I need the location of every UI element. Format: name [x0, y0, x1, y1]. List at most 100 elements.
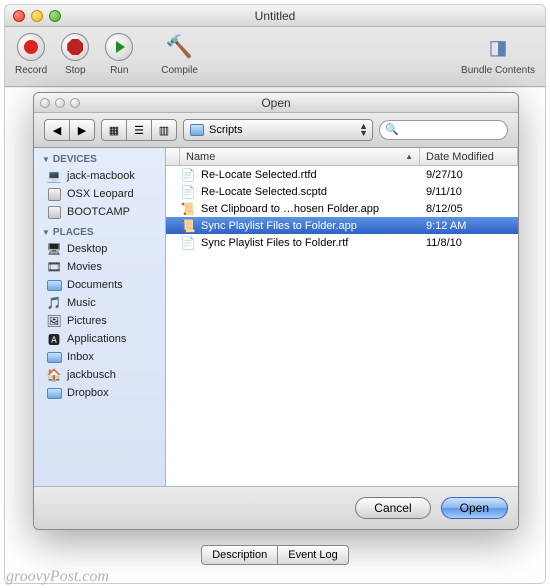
list-view-button[interactable]: ☰ [126, 119, 152, 141]
main-window-title: Untitled [5, 9, 545, 23]
back-button[interactable]: ◀ [44, 119, 70, 141]
run-label: Run [110, 65, 128, 76]
search-input[interactable]: 🔍 [379, 120, 508, 140]
sidebar-item-label: Dropbox [67, 387, 109, 399]
list-icon: ☰ [134, 124, 144, 137]
dialog-minimize-icon [55, 98, 65, 108]
forward-button[interactable]: ▶ [69, 119, 95, 141]
sidebar-item-inbox[interactable]: Inbox [34, 348, 165, 366]
disclosure-triangle-icon: ▼ [42, 228, 50, 237]
minimize-icon[interactable] [31, 10, 43, 22]
file-row[interactable]: 📜Set Clipboard to …hosen Folder.app8/12/… [166, 200, 518, 217]
open-dialog-title: Open [34, 96, 518, 110]
sidebar-item-label: Music [67, 297, 96, 309]
folder-icon [46, 278, 62, 292]
dialog-close-icon[interactable] [40, 98, 50, 108]
grid-icon: ▦ [109, 124, 119, 137]
file-row[interactable]: 📄Re-Locate Selected.scptd9/11/10 [166, 183, 518, 200]
chevron-right-icon: ▶ [78, 124, 86, 137]
sidebar: ▼DEVICES💻jack-macbook OSX Leopard BOOTCAMP… [34, 148, 166, 486]
main-titlebar[interactable]: Untitled [5, 5, 545, 27]
script-editor-window: Untitled Record Stop Run 🔨 Compile ◨ Bun… [4, 4, 546, 584]
column-name[interactable]: Name ▲ [180, 148, 420, 165]
compile-label: Compile [161, 65, 198, 76]
file-rows: 📄Re-Locate Selected.rtfd9/27/10📄Re-Locat… [166, 166, 518, 486]
chevron-left-icon: ◀ [53, 124, 61, 137]
bundle-contents-button[interactable]: ◨ Bundle Contents [461, 31, 535, 76]
file-name: Re-Locate Selected.rtfd [201, 169, 420, 181]
sidebar-item-label: Applications [67, 333, 126, 345]
cancel-button[interactable]: Cancel [355, 497, 430, 519]
file-date: 9/11/10 [420, 186, 518, 198]
play-icon [116, 41, 125, 53]
file-row[interactable]: 📄Sync Playlist Files to Folder.rtf11/8/1… [166, 234, 518, 251]
folder-icon [46, 386, 62, 400]
stop-label: Stop [65, 65, 86, 76]
sidebar-header[interactable]: ▼DEVICES [34, 148, 165, 167]
sidebar-item-documents[interactable]: Documents [34, 276, 165, 294]
run-button[interactable]: Run [103, 31, 135, 76]
compile-button[interactable]: 🔨 Compile [161, 31, 198, 76]
sidebar-item-jack-macbook[interactable]: 💻jack-macbook [34, 167, 165, 185]
file-icon: 📄 [180, 168, 196, 182]
tab-event-log[interactable]: Event Log [277, 545, 349, 565]
sidebar-item-dropbox[interactable]: Dropbox [34, 384, 165, 402]
sidebar-item-label: Inbox [67, 351, 94, 363]
file-icon: 📄 [180, 236, 196, 250]
column-date[interactable]: Date Modified [420, 148, 518, 165]
app-icon: 🖼 [46, 314, 62, 328]
sidebar-item-label: OSX Leopard [67, 188, 134, 200]
sidebar-item-applications[interactable]: 🅰Applications [34, 330, 165, 348]
record-icon [24, 40, 38, 54]
sidebar-item-label: Movies [67, 261, 102, 273]
file-icon: 📄 [180, 185, 196, 199]
stop-button[interactable]: Stop [59, 31, 91, 76]
columns-icon: ▥ [159, 124, 169, 137]
open-toolbar: ◀ ▶ ▦ ☰ ▥ Scripts ▲▼ 🔍 [34, 113, 518, 148]
folder-icon [46, 350, 62, 364]
sidebar-item-label: jack-macbook [67, 170, 135, 182]
stop-icon [67, 39, 83, 55]
close-icon[interactable] [13, 10, 25, 22]
main-toolbar: Record Stop Run 🔨 Compile ◨ Bundle Conte… [5, 27, 545, 87]
sidebar-item-music[interactable]: 🎵Music [34, 294, 165, 312]
file-row[interactable]: 📄Re-Locate Selected.rtfd9/27/10 [166, 166, 518, 183]
file-name: Set Clipboard to …hosen Folder.app [201, 203, 420, 215]
sidebar-item-jackbusch[interactable]: 🏠jackbusch [34, 366, 165, 384]
file-date: 9:12 AM [420, 220, 518, 232]
tab-description[interactable]: Description [201, 545, 278, 565]
dialog-footer: Cancel Open [34, 486, 518, 529]
search-icon: 🔍 [385, 123, 399, 136]
open-titlebar[interactable]: Open [34, 93, 518, 113]
open-button[interactable]: Open [441, 497, 508, 519]
dropdown-chevrons-icon: ▲▼ [359, 123, 368, 137]
sidebar-item-bootcamp[interactable]: BOOTCAMP [34, 203, 165, 221]
column-name-label: Name [186, 151, 215, 163]
column-headers: Name ▲ Date Modified [166, 148, 518, 166]
sidebar-item-desktop[interactable]: 🖥 Desktop [34, 240, 165, 258]
drive-icon [46, 187, 62, 201]
sidebar-header[interactable]: ▼PLACES [34, 221, 165, 240]
folder-icon [190, 124, 204, 136]
folder-dropdown[interactable]: Scripts ▲▼ [183, 119, 373, 141]
record-label: Record [15, 65, 47, 76]
hammer-icon: 🔨 [166, 34, 193, 60]
app-icon: 🎞 [46, 260, 62, 274]
zoom-icon[interactable] [49, 10, 61, 22]
sidebar-item-osx-leopard[interactable]: OSX Leopard [34, 185, 165, 203]
drawer-icon: ◨ [489, 35, 508, 60]
disclosure-triangle-icon: ▼ [42, 155, 50, 164]
file-name: Sync Playlist Files to Folder.rtf [201, 237, 420, 249]
icon-view-button[interactable]: ▦ [101, 119, 127, 141]
open-dialog: Open ◀ ▶ ▦ ☰ ▥ Scripts ▲▼ [33, 92, 519, 530]
record-button[interactable]: Record [15, 31, 47, 76]
sidebar-item-label: Desktop [67, 243, 107, 255]
sidebar-item-label: Pictures [67, 315, 107, 327]
current-folder-label: Scripts [209, 124, 243, 136]
file-icon: 📜 [180, 202, 196, 216]
file-row[interactable]: 📜Sync Playlist Files to Folder.app9:12 A… [166, 217, 518, 234]
sidebar-item-pictures[interactable]: 🖼 Pictures [34, 312, 165, 330]
app-icon: 🖥 [46, 242, 62, 256]
sidebar-item-movies[interactable]: 🎞 Movies [34, 258, 165, 276]
column-view-button[interactable]: ▥ [151, 119, 177, 141]
